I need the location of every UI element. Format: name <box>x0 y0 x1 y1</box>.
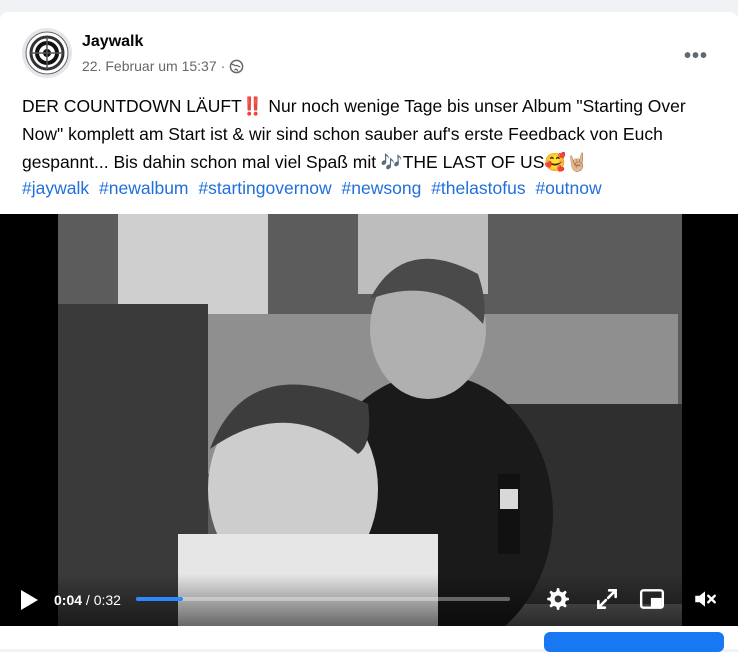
globe-icon[interactable] <box>229 59 244 74</box>
progress-bar[interactable] <box>136 597 510 601</box>
current-time: 0:04 <box>54 592 83 608</box>
action-button[interactable] <box>544 632 724 652</box>
hashtag-link[interactable]: #jaywalk <box>22 178 89 198</box>
duration: 0:32 <box>93 592 121 608</box>
time-separator: / <box>82 592 94 608</box>
post-text: DER COUNTDOWN LÄUFT‼️ Nur noch wenige Ta… <box>22 96 686 172</box>
post-card: Jaywalk 22. Februar um 15:37 · ••• DER C… <box>0 12 738 649</box>
author-name[interactable]: Jaywalk <box>82 33 143 51</box>
post-header: Jaywalk 22. Februar um 15:37 · ••• <box>22 28 722 84</box>
video-time: 0:04 / 0:32 <box>54 592 121 608</box>
avatar[interactable] <box>22 28 72 78</box>
more-options-icon: ••• <box>683 44 708 67</box>
hashtag-link[interactable]: #newalbum <box>99 178 189 198</box>
video-still-image <box>58 214 682 626</box>
post-meta: 22. Februar um 15:37 · <box>82 58 244 74</box>
hashtag-link[interactable]: #startingovernow <box>198 178 331 198</box>
video-frame[interactable] <box>58 214 682 626</box>
fullscreen-icon[interactable] <box>594 586 620 612</box>
picture-in-picture-icon[interactable] <box>639 586 665 612</box>
mute-icon[interactable] <box>692 586 718 612</box>
video-controls: 0:04 / 0:32 <box>0 574 738 626</box>
more-options-button[interactable]: ••• <box>678 38 714 74</box>
hashtag-link[interactable]: #newsong <box>342 178 422 198</box>
video-player[interactable]: 0:04 / 0:32 <box>0 214 738 626</box>
hashtag-link[interactable]: #outnow <box>535 178 601 198</box>
play-icon[interactable] <box>18 588 40 612</box>
meta-separator: · <box>220 58 226 74</box>
hashtag-list: #jaywalk #newalbum #startingovernow #new… <box>22 174 722 202</box>
progress-fill <box>136 597 183 601</box>
settings-icon[interactable] <box>544 586 570 612</box>
post-timestamp[interactable]: 22. Februar um 15:37 <box>82 58 217 74</box>
band-logo-icon <box>25 31 69 75</box>
hashtag-link[interactable]: #thelastofus <box>431 178 525 198</box>
